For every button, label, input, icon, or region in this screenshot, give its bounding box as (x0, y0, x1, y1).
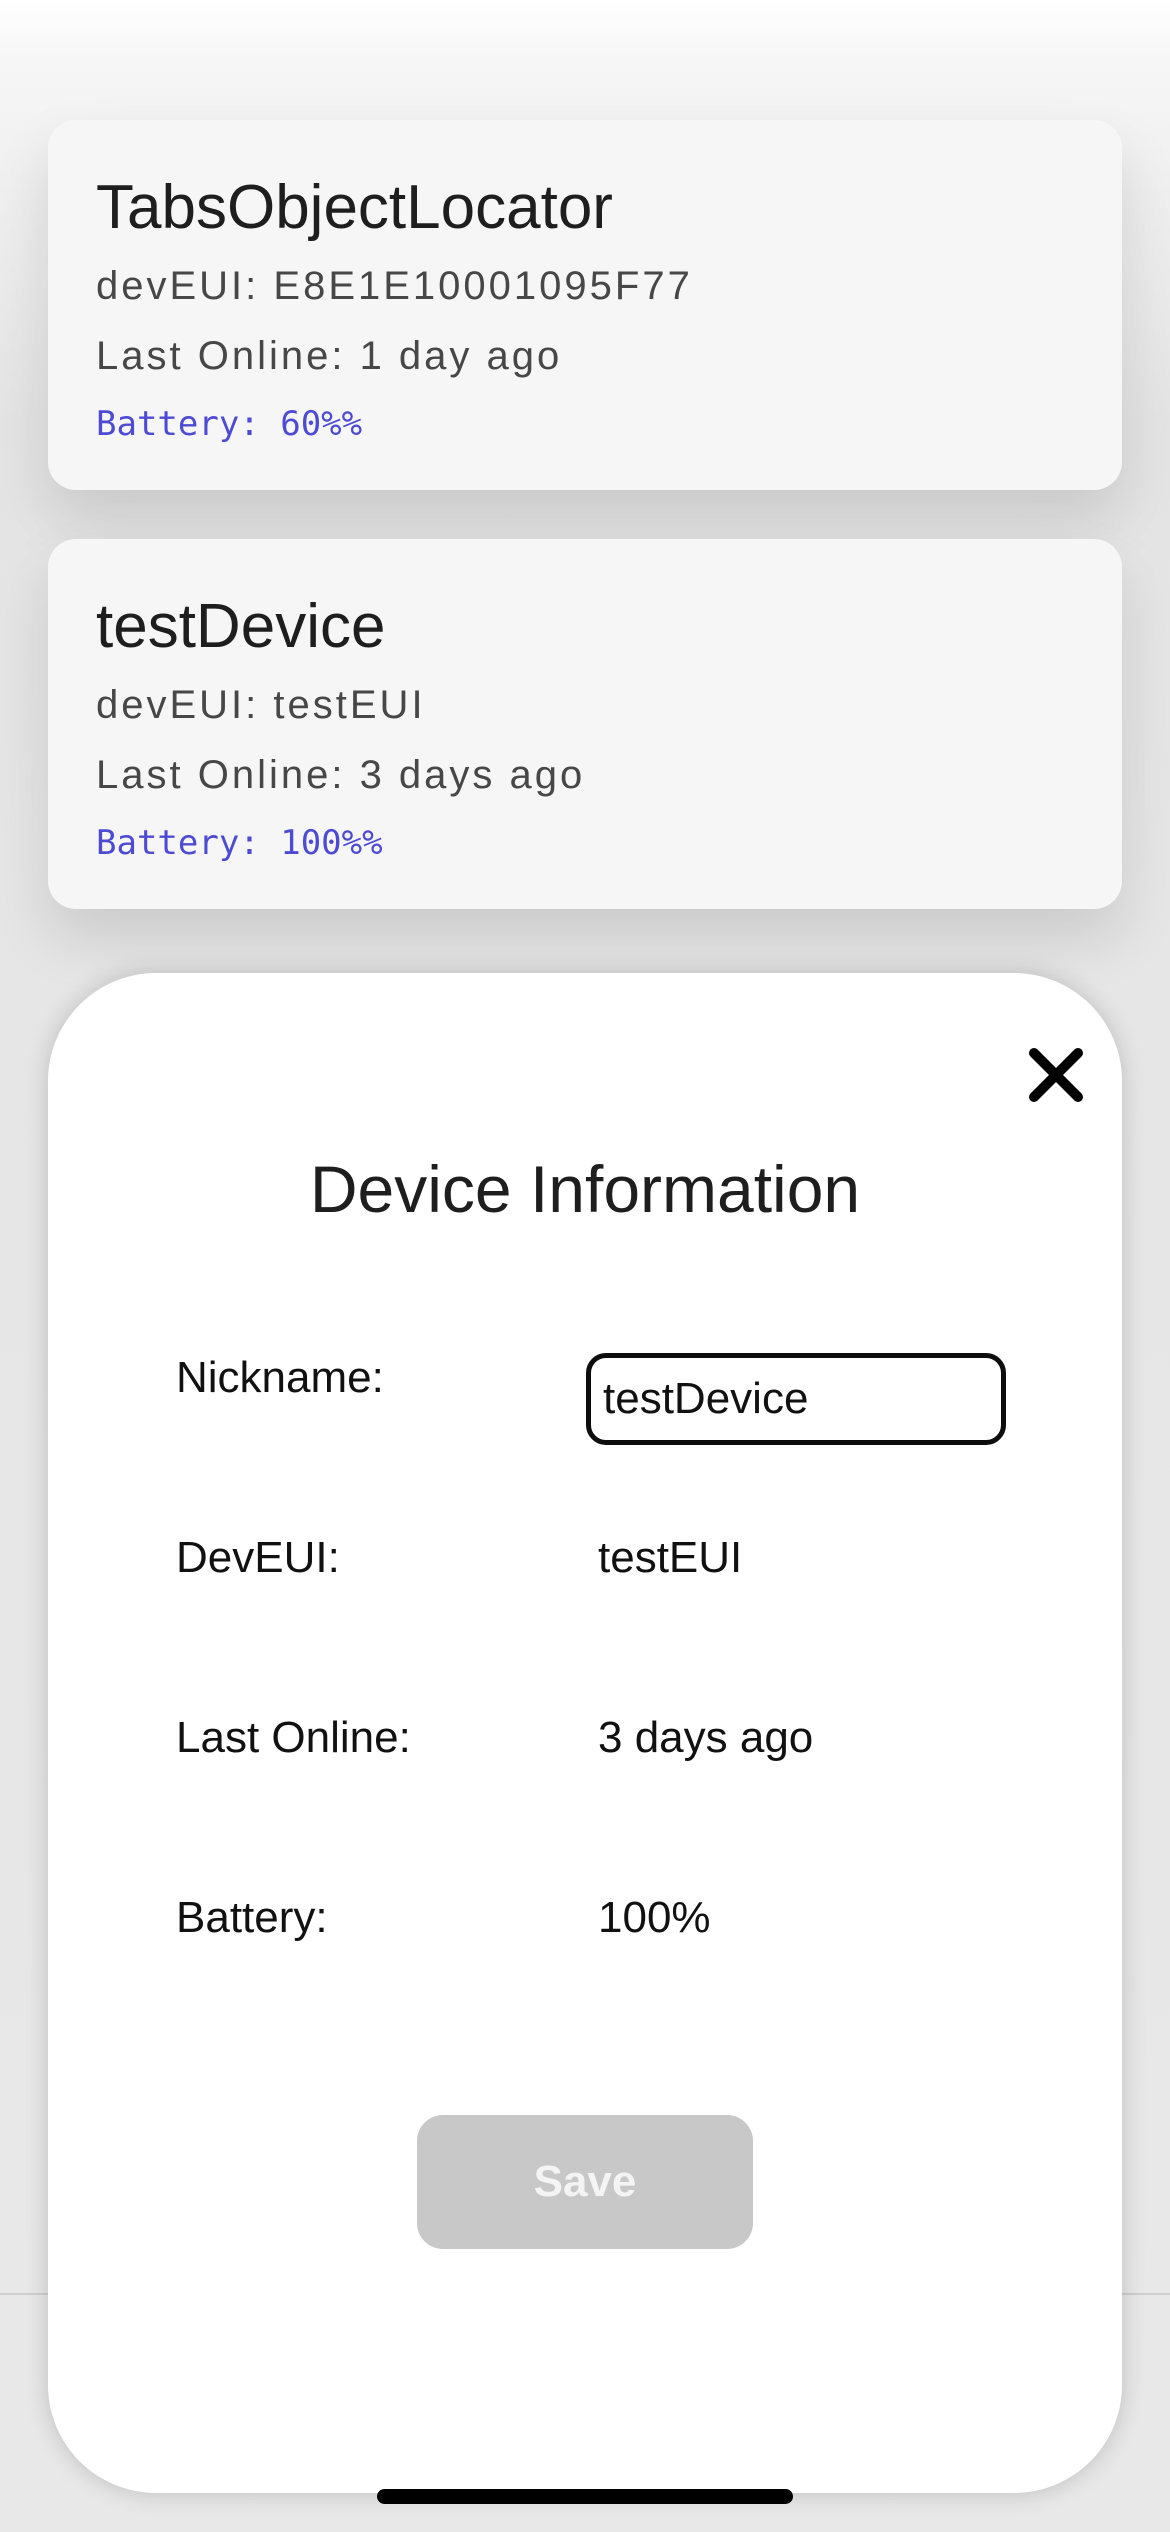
save-button[interactable]: Save (417, 2115, 753, 2249)
device-card[interactable]: TabsObjectLocator devEUI: E8E1E10001095F… (48, 120, 1122, 490)
device-name: TabsObjectLocator (96, 173, 613, 242)
device-last-online: Last Online: 3 days ago (96, 753, 586, 797)
device-card[interactable]: testDevice devEUI: testEUI Last Online: … (48, 539, 1122, 909)
nickname-input[interactable] (586, 1353, 1006, 1445)
last-online-label: Last Online: (176, 1713, 411, 1762)
deveui-value: testEUI (598, 1533, 743, 1582)
device-last-online: Last Online: 1 day ago (96, 334, 563, 378)
modal-title: Device Information (309, 1152, 861, 1226)
device-deveui: devEUI: E8E1E10001095F77 (96, 264, 693, 308)
device-name: testDevice (96, 592, 386, 661)
deveui-label: DevEUI: (176, 1533, 340, 1582)
device-battery: Battery: 60%% (96, 404, 363, 444)
close-button[interactable] (1020, 1039, 1092, 1111)
battery-value: 100% (598, 1893, 711, 1942)
device-battery: Battery: 100%% (96, 823, 383, 863)
last-online-value: 3 days ago (598, 1713, 814, 1762)
close-x-icon (1029, 1048, 1083, 1102)
device-info-modal: Device Information Nickname: DevEUI: tes… (48, 973, 1122, 2493)
device-deveui: devEUI: testEUI (96, 683, 426, 727)
nickname-label: Nickname: (176, 1353, 384, 1402)
home-indicator (377, 2489, 793, 2504)
battery-label: Battery: (176, 1893, 328, 1942)
